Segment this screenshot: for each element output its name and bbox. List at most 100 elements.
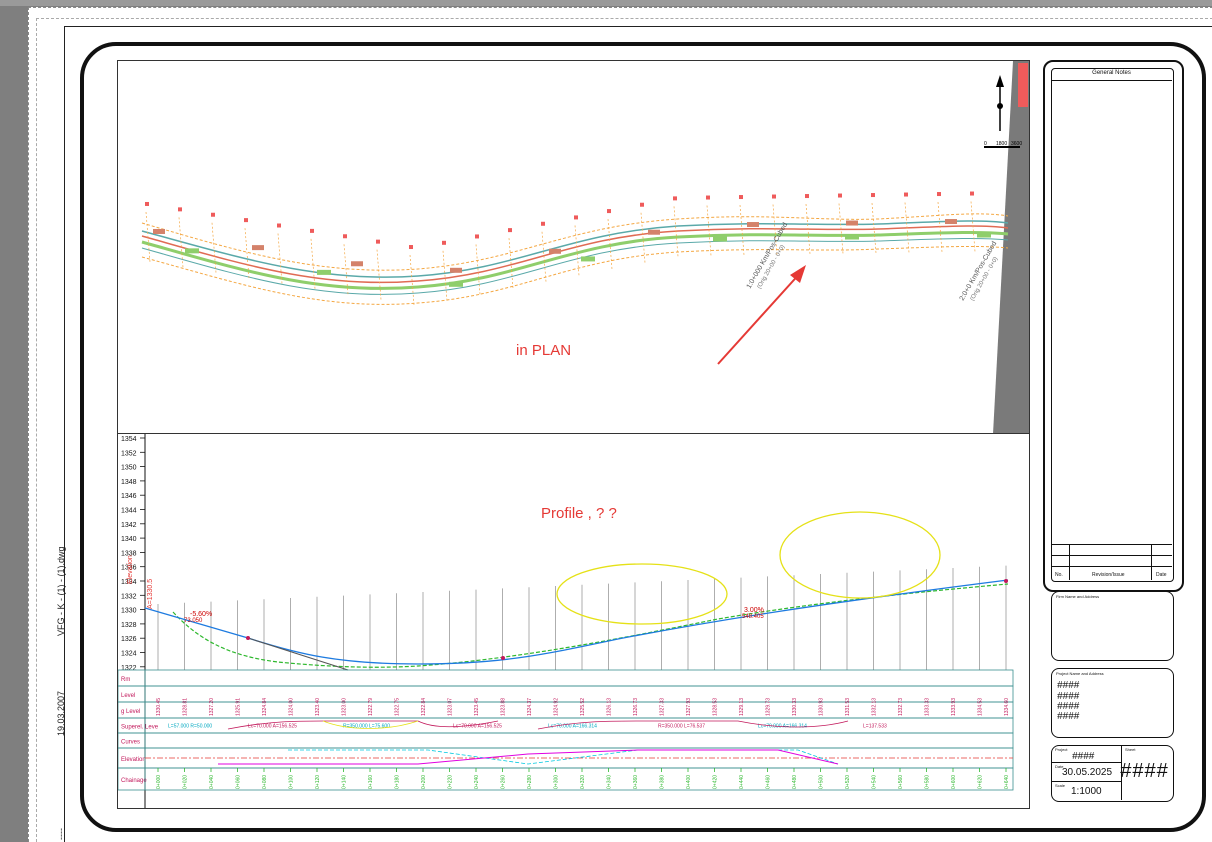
station-marker: [442, 240, 446, 245]
station-tick: [475, 244, 481, 295]
green-block: [317, 269, 331, 275]
elevation-value: 1332.13: [872, 698, 878, 716]
pvi-point: [246, 636, 250, 640]
sheet-label: Sheet: [1125, 747, 1136, 752]
elevation-value: 1324.84: [262, 698, 268, 716]
elevation-value: 1330.45: [156, 698, 162, 716]
station-verticals: [157, 565, 1007, 670]
curve-label: R=350.000 L=76.537: [658, 724, 705, 730]
no-col-label: No.: [1055, 572, 1063, 578]
red-marker: [1018, 63, 1028, 107]
chainage-value: 0+560: [898, 775, 904, 789]
curve-label: L=57.000 R=50.000: [168, 724, 212, 730]
elevation-value: 1323.45: [474, 698, 480, 716]
elevation-value: 1327.33: [660, 698, 666, 716]
grade-label-1: -5.60%: [190, 611, 212, 618]
elevation-value: 1324.92: [554, 698, 560, 716]
superelev-line: [218, 749, 839, 765]
station-marker: [937, 192, 941, 197]
station-marker: [376, 239, 380, 244]
profile-band-table: Rm Level g Level Superel. Leve Curves Elevati…: [118, 669, 1014, 791]
profile-view[interactable]: 1354 1352 1350 1348 1346 1344 1342 1340 1338 1336…: [117, 433, 1030, 809]
elevation-value: 1333.93: [951, 698, 957, 716]
curve-label: L=137.533: [863, 724, 887, 730]
station-tick: [310, 238, 316, 289]
elevation-value: 1328.53: [713, 698, 719, 716]
station-marker: [640, 202, 644, 207]
band-row: [118, 685, 1014, 703]
elevation-value: 1327.20: [209, 698, 215, 716]
elevation-value: 1322.84: [421, 698, 427, 716]
rev-col-divider-2: [1151, 544, 1152, 580]
station-marker: [178, 207, 182, 212]
station-tick: [871, 203, 877, 254]
elevation-value: 1326.73: [633, 698, 639, 716]
elev-tick-label: 1322: [121, 665, 137, 672]
chainage-value: 0+200: [421, 775, 427, 789]
elev-tick-label: 1352: [121, 450, 137, 457]
chainage-value: 0+220: [448, 775, 454, 789]
band-label: Curves: [121, 740, 140, 746]
elevation-value: 1325.52: [580, 698, 586, 716]
building-block: [945, 219, 957, 225]
station-tick: [277, 233, 283, 284]
building-block: [153, 228, 165, 234]
station-marker: [541, 221, 545, 226]
firm-label: Firm Name and Address: [1056, 594, 1100, 599]
grade-label-2: 3.00%: [744, 607, 764, 614]
elevation-value: 1331.53: [845, 698, 851, 716]
scale-bar-label-0: 0: [984, 141, 987, 147]
station-marker: [508, 228, 512, 233]
chainage-value: 0+580: [925, 775, 931, 789]
scale-value: 1:1000: [1071, 786, 1102, 797]
plan-annotation: in PLAN: [516, 342, 571, 359]
top-strip: [0, 0, 1212, 6]
chainage-value: 0+500: [819, 775, 825, 789]
profile-start-label: A=1330.5: [147, 579, 154, 609]
chainage-value: 0+480: [792, 775, 798, 789]
band-label: Superel. Leve: [121, 725, 159, 731]
chainage-value: 0+400: [686, 775, 692, 789]
elevation-value: 1330.93: [819, 698, 825, 716]
chainage-value: 0+440: [739, 775, 745, 789]
green-block: [713, 236, 727, 242]
station-marker: [871, 193, 875, 198]
plan-view[interactable]: 0 1800 3600 1:0+000 Km/Pos-Cubed (Orig 2…: [117, 60, 1030, 435]
station-tick: [211, 222, 217, 273]
chainage-value: 0+380: [660, 775, 666, 789]
band-label: g Level: [121, 709, 140, 715]
pvi-point: [1004, 579, 1008, 583]
elevation-value: 1330.33: [792, 698, 798, 716]
sheet-row-divider-1: [1051, 762, 1121, 763]
chainage-value: 0+460: [766, 775, 772, 789]
chainage-value: 0+360: [633, 775, 639, 789]
station-tick: [376, 249, 382, 300]
elev-tick-label: 1354: [121, 436, 137, 443]
band-row: [118, 732, 1014, 749]
revision-col-label: Revision/Issue: [1092, 572, 1125, 578]
elev-tick-label: 1348: [121, 479, 137, 486]
chainage-value: 0+080: [262, 775, 268, 789]
elev-tick-label: 1328: [121, 622, 137, 629]
elev-tick-label: 1342: [121, 522, 137, 529]
elevation-value: 1322.75: [395, 698, 401, 716]
band-label: Rm: [121, 677, 130, 683]
green-block: [581, 256, 595, 262]
station-marker: [607, 209, 611, 214]
station-tick: [739, 205, 745, 256]
elevation-value: 1322.79: [368, 698, 374, 716]
station-marker: [145, 201, 149, 206]
building-block: [747, 222, 759, 228]
highlight-ellipse-2: [779, 511, 941, 599]
band-label: Chainage: [121, 778, 147, 784]
scale-bar-label-1: 1800: [996, 141, 1007, 147]
station-marker: [409, 245, 413, 250]
elevation-value: 1334.60: [1004, 698, 1010, 716]
elevation-value: 1326.13: [607, 698, 613, 716]
station-tick: [838, 203, 844, 254]
chainage-value: 0+300: [554, 775, 560, 789]
green-block: [977, 232, 991, 238]
cad-viewport[interactable]: VFG - K - (1) - (1).dwg 19.03.2007 ---- …: [0, 0, 1212, 842]
station-marker: [673, 196, 677, 201]
chainage-value: 0+040: [209, 775, 215, 789]
